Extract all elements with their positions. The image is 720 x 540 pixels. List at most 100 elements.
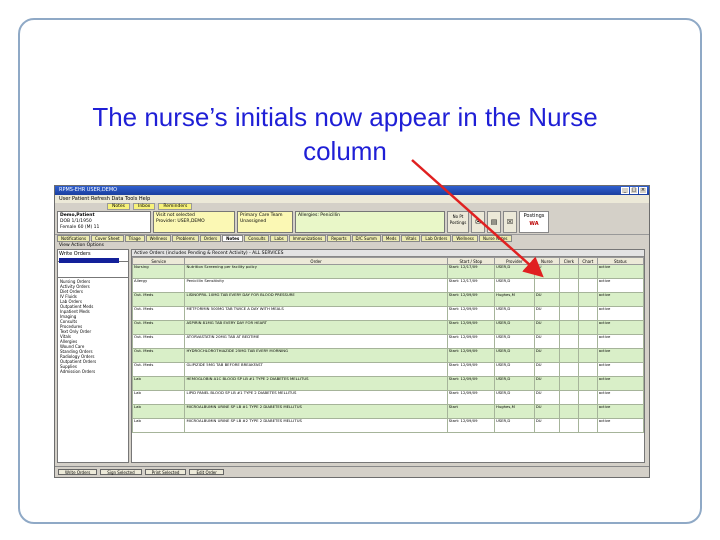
chart-tab[interactable]: Reports: [327, 235, 351, 242]
cell-service: Lab: [132, 390, 186, 405]
window-titlebar: RPMS-EHR USER,DEMO _ □ ×: [55, 186, 649, 195]
cell-order: Penicillin Sensitivity: [184, 278, 448, 293]
cell-provider: USER,D: [493, 264, 535, 279]
cell-chart: [577, 278, 598, 293]
allergy-text: Allergies: Penicillin: [298, 213, 341, 218]
toolbar-icon-2[interactable]: ▤: [487, 211, 501, 233]
table-row[interactable]: Out. Meds ATORVASTATIN 20MG TAB AT BEDTIM…: [132, 334, 644, 349]
chart-tab[interactable]: Notes: [222, 235, 244, 242]
top-tab-reminders[interactable]: Reminders: [158, 203, 193, 210]
edit-order-button[interactable]: Edit Order: [189, 469, 224, 475]
order-filter-box[interactable]: [58, 262, 128, 278]
table-row[interactable]: Nursing Nutrition Screening per facility …: [132, 264, 644, 279]
no-postings-button[interactable]: No Pt Postings: [447, 211, 469, 233]
cell-nurse: DU: [533, 292, 561, 307]
cell-provider: USER,D: [493, 278, 535, 293]
cell-service: Lab: [132, 376, 186, 391]
orders-header-row: Service Order Start / Stop Provider Nurse Cle…: [132, 257, 644, 265]
column-header[interactable]: Provider: [493, 257, 535, 265]
column-header[interactable]: Chart: [577, 257, 598, 265]
table-row[interactable]: Out. Meds LISINOPRIL 10MG TAB EVERY DAY F…: [132, 292, 644, 307]
order-menu-item[interactable]: Admission Orders: [60, 369, 126, 374]
cell-status: active: [596, 306, 644, 321]
cell-service: Out. Meds: [132, 334, 186, 349]
write-orders-button[interactable]: Write Orders: [58, 469, 98, 475]
table-row[interactable]: Lab MICROALBUMIN URINE SP LB #1 TYPE 2 DI…: [132, 404, 644, 419]
toolbar-icon-1[interactable]: ✉: [471, 211, 485, 233]
cell-provider: USER,D: [493, 334, 535, 349]
cell-status: active: [596, 390, 644, 405]
status-bar: Write Orders Sign Selected Print Selecte…: [55, 466, 649, 477]
print-selected-button[interactable]: Print Selected: [144, 469, 187, 475]
cell-service: Lab: [132, 418, 186, 433]
cell-nurse: DU: [533, 362, 561, 377]
visit-box[interactable]: Visit not selected Provider: USER,DEMO: [153, 211, 235, 233]
chart-tab[interactable]: Immunizations: [288, 235, 327, 242]
chart-tab[interactable]: Labs: [270, 235, 288, 242]
patient-info-box[interactable]: Demo,Patient DOB 1/1/1950 Female 60 (M) …: [57, 211, 151, 233]
chart-tab[interactable]: D/C Summ: [351, 235, 381, 242]
patient-extra: Female 60 (M) 11: [60, 225, 100, 230]
table-row[interactable]: Lab MICROALBUMIN URINE SP LB #2 TYPE 2 DI…: [132, 418, 644, 433]
toolbar-icon-3[interactable]: ☒: [503, 211, 517, 233]
cell-status: active: [596, 404, 644, 419]
column-header[interactable]: Order: [184, 257, 448, 265]
cell-chart: [577, 390, 598, 405]
column-header[interactable]: Clerk: [559, 257, 579, 265]
table-row[interactable]: Out. Meds METFORMIN 500MG TAB TWICE A DAY…: [132, 306, 644, 321]
cell-status: active: [596, 348, 644, 363]
cell-nurse: DU: [533, 348, 561, 363]
write-orders-header: Write Orders: [58, 250, 128, 263]
table-row[interactable]: Out. Meds ASPIRIN 81MG TAB EVERY DAY FOR …: [132, 320, 644, 335]
top-tab-inbox[interactable]: Inbox: [133, 203, 156, 210]
column-header[interactable]: Service: [132, 257, 186, 265]
chart-tab[interactable]: Vitals: [401, 235, 421, 242]
cell-start: Start: 12/17/09: [446, 278, 495, 293]
cell-chart: [577, 376, 598, 391]
cell-start: Start: 12/09/09: [446, 390, 495, 405]
active-orders-grid: Active Orders (includes Pending & Recent…: [131, 249, 645, 463]
chart-tab[interactable]: Lab Orders: [421, 235, 452, 242]
postings-box[interactable]: Postings WA: [519, 211, 549, 233]
close-icon[interactable]: ×: [639, 187, 647, 194]
chart-tab[interactable]: Cover Sheet: [91, 235, 124, 242]
cell-clerk: [559, 292, 579, 307]
table-row[interactable]: Allergy Penicillin Sensitivity Start: 12/1…: [132, 278, 644, 293]
orders-body: Write Orders Nursing Orders Activity Orde…: [55, 249, 649, 463]
chart-tab[interactable]: Wellness: [145, 235, 172, 242]
cell-chart: [577, 264, 598, 279]
table-row[interactable]: Lab LIPID PANEL BLOOD SP LB #1 TYPE 2 DIA…: [132, 390, 644, 405]
minimize-icon[interactable]: _: [621, 187, 629, 194]
chart-tab[interactable]: Meds: [381, 235, 401, 242]
chart-tab[interactable]: Consults: [244, 235, 270, 242]
allergy-box[interactable]: Allergies: Penicillin: [295, 211, 445, 233]
chart-tab[interactable]: Wellness: [452, 235, 478, 242]
cell-chart: [577, 334, 598, 349]
cell-nurse: DU: [533, 264, 561, 279]
patient-header: Demo,Patient DOB 1/1/1950 Female 60 (M) …: [55, 210, 649, 234]
table-row[interactable]: Out. Meds HYDROCHLOROTHIAZIDE 25MG TAB EV…: [132, 348, 644, 363]
menu-bar[interactable]: User Patient Refresh Data Tools Help: [55, 195, 649, 203]
sign-selected-button[interactable]: Sign Selected: [100, 469, 142, 475]
chart-tab[interactable]: Orders: [199, 235, 222, 242]
sub-toolbar[interactable]: View Action Options: [55, 242, 649, 249]
cell-clerk: [559, 306, 579, 321]
column-header[interactable]: Start / Stop: [446, 257, 495, 265]
chart-tab[interactable]: Problems: [172, 235, 199, 242]
table-row[interactable]: Lab HEMOGLOBIN A1C BLOOD SP LB #1 TYPE 2 …: [132, 376, 644, 391]
maximize-icon[interactable]: □: [630, 187, 638, 194]
cell-order: MICROALBUMIN URINE SP LB #1 TYPE 2 DIABE…: [184, 404, 448, 419]
cell-provider: Hughes,M: [493, 292, 535, 307]
ehr-window: RPMS-EHR USER,DEMO _ □ × User Patient Re…: [54, 185, 650, 478]
column-header[interactable]: Status: [596, 257, 644, 265]
chart-tab[interactable]: Triage: [124, 235, 145, 242]
primary-care-box[interactable]: Primary Care Team Unassigned: [237, 211, 293, 233]
cell-start: Start: 12/09/09: [446, 418, 495, 433]
table-row[interactable]: Out. Meds GLIPIZIDE 5MG TAB BEFORE BREAKF…: [132, 362, 644, 377]
top-tab-notes[interactable]: Notes: [107, 203, 130, 210]
cell-status: active: [596, 362, 644, 377]
chart-tab[interactable]: Nurse Notes: [478, 235, 512, 242]
chart-tab[interactable]: Notifications: [57, 235, 91, 242]
column-header[interactable]: Nurse: [533, 257, 561, 265]
cell-clerk: [559, 278, 579, 293]
